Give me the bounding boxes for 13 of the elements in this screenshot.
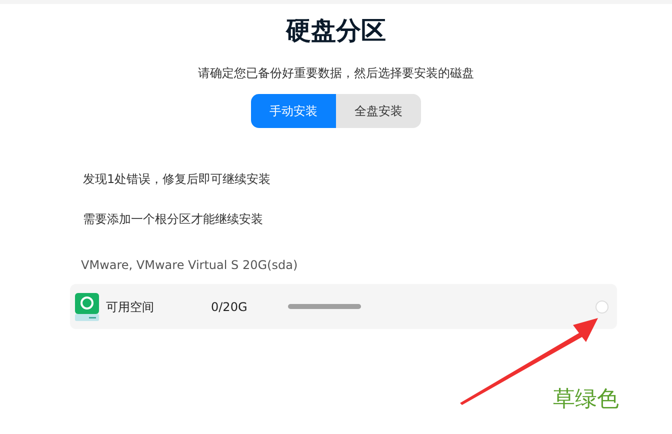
install-mode-tab[interactable]: 全盘安装 [336, 94, 421, 128]
error-message: 发现1处错误，修复后即可继续安装 [83, 171, 272, 187]
partition-label: 可用空间 [106, 298, 155, 316]
subtitle: 请确定您已备份好重要数据，然后选择要安装的磁盘 [198, 65, 474, 81]
page-title: 硬盘分区 [286, 15, 386, 47]
disk-name: VMware, VMware Virtual S 20G(sda) [81, 257, 299, 273]
partition-size: 0/20G [211, 298, 248, 316]
drive-icon [75, 292, 99, 320]
circle-icon[interactable] [595, 300, 609, 314]
error-message: 需要添加一个根分区才能继续安装 [83, 211, 264, 227]
install-mode-tab[interactable]: 手动安装 [251, 94, 336, 128]
annotation-text: 草绿色 [553, 386, 619, 414]
partition-row[interactable]: 可用空间 0/20G [70, 284, 617, 329]
